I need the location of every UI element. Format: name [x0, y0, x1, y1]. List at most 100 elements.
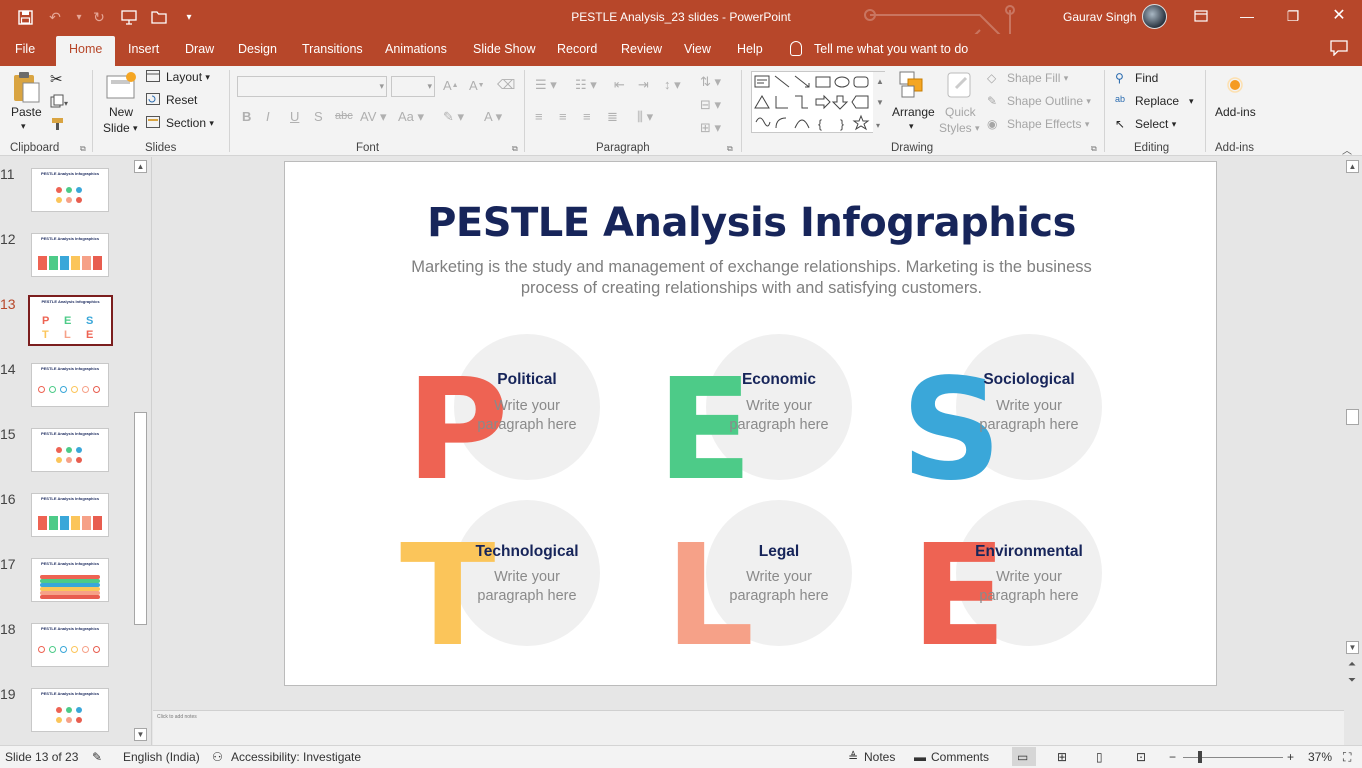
numbering-icon[interactable]: ☷ ▾ [575, 77, 597, 93]
pestle-item-title[interactable]: Sociological [956, 371, 1102, 389]
save-icon[interactable] [14, 6, 36, 28]
italic-icon[interactable]: I [266, 109, 270, 124]
slide-thumbnail[interactable]: PESTLE Analysis Infographics [31, 623, 109, 667]
undo-icon[interactable]: ↶ [44, 6, 66, 28]
shape-fill-button[interactable]: ◇ Shape Fill ▾ [987, 71, 1068, 85]
text-shadow-icon[interactable]: S [314, 109, 323, 124]
accessibility-icon[interactable]: ⚇ [212, 750, 223, 764]
open-folder-icon[interactable] [148, 6, 170, 28]
clipboard-launcher-icon[interactable]: ⧉ [80, 144, 86, 154]
reading-view-icon[interactable]: ▯ [1096, 750, 1103, 764]
shapes-gallery[interactable]: {} ▲ ▼ ▾ [751, 71, 886, 134]
font-launcher-icon[interactable]: ⧉ [512, 144, 518, 154]
pestle-item-title[interactable]: Legal [706, 543, 852, 561]
paste-dropdown-icon[interactable]: ▾ [21, 121, 26, 132]
notes-icon[interactable]: ≜ [848, 750, 858, 764]
slide-subtitle[interactable]: Marketing is the study and management of… [385, 257, 1118, 299]
scroll-up-icon[interactable]: ▲ [134, 160, 147, 173]
slide-thumbnail[interactable]: PESTLE Analysis Infographics [31, 558, 109, 602]
slide-scroll-thumb[interactable] [1346, 409, 1359, 425]
tab-file[interactable]: File [15, 42, 35, 56]
section-button[interactable]: Section ▾ [146, 116, 214, 130]
arrange-dropdown-icon[interactable]: ▾ [909, 121, 914, 132]
fit-slide-icon[interactable]: ⛶ [1343, 750, 1351, 765]
notes-button[interactable]: Notes [864, 750, 895, 764]
ribbon-display-icon[interactable] [1189, 6, 1213, 26]
language-indicator[interactable]: English (India) [123, 750, 200, 764]
align-right-icon[interactable]: ≡ [583, 109, 591, 124]
restore-icon[interactable]: ❐ [1281, 6, 1305, 26]
highlight-icon[interactable]: ✎ ▾ [443, 109, 464, 125]
zoom-in-icon[interactable]: + [1287, 750, 1294, 764]
tab-home[interactable]: Home [56, 36, 116, 66]
next-slide-icon[interactable]: ⏷ [1348, 675, 1356, 686]
comments-icon[interactable] [1330, 40, 1348, 59]
pestle-item-title[interactable]: Environmental [956, 543, 1102, 561]
pestle-item-body[interactable]: Write your paragraph here [956, 568, 1102, 606]
format-painter-icon[interactable] [50, 117, 66, 131]
font-color-icon[interactable]: A ▾ [484, 109, 502, 125]
scrollbar-thumb[interactable] [134, 412, 147, 625]
align-center-icon[interactable]: ≡ [559, 109, 567, 124]
smartart-icon[interactable]: ⊞ ▾ [700, 120, 721, 136]
customize-toolbar-icon[interactable]: ▾ [178, 6, 200, 28]
pestle-item-body[interactable]: Write your paragraph here [454, 568, 600, 606]
notes-pane[interactable]: Click to add notes [153, 710, 1344, 745]
collapse-ribbon-icon[interactable]: ︿ [1342, 142, 1352, 157]
accessibility-status[interactable]: Accessibility: Investigate [231, 750, 361, 764]
line-spacing-icon[interactable]: ↕ ▾ [664, 77, 681, 93]
tell-me-search[interactable]: Tell me what you want to do [790, 41, 968, 56]
shape-effects-button[interactable]: ◉ Shape Effects ▾ [987, 117, 1089, 131]
slide-thumbnail[interactable]: PESTLE Analysis Infographics P E S T L E [28, 295, 113, 346]
zoom-level[interactable]: 37% [1308, 750, 1332, 764]
avatar[interactable] [1142, 4, 1167, 29]
reset-button[interactable]: Reset [146, 93, 197, 107]
quick-styles-button[interactable] [944, 70, 976, 102]
arrange-button[interactable] [896, 70, 928, 100]
new-slide-button[interactable] [104, 70, 138, 102]
slide[interactable]: PESTLE Analysis Infographics Marketing i… [284, 161, 1217, 686]
slide-thumbnail[interactable]: PESTLE Analysis Infographics [31, 428, 109, 472]
pestle-item-title[interactable]: Technological [454, 543, 600, 561]
drawing-launcher-icon[interactable]: ⧉ [1091, 144, 1097, 154]
slide-thumbnail[interactable]: PESTLE Analysis Infographics [31, 168, 109, 212]
undo-dropdown-icon[interactable]: ▾ [74, 6, 84, 28]
slide-scroll-down-icon[interactable]: ▼ [1346, 641, 1359, 654]
tab-transitions[interactable]: Transitions [302, 42, 363, 56]
comments-status-icon[interactable]: ▬ [914, 750, 926, 764]
pestle-item-body[interactable]: Write your paragraph here [454, 397, 600, 435]
pestle-item-body[interactable]: Write your paragraph here [706, 568, 852, 606]
tab-slide-show[interactable]: Slide Show [473, 42, 536, 56]
slide-thumbnail[interactable]: PESTLE Analysis Infographics [31, 363, 109, 407]
pestle-item-title[interactable]: Economic [706, 371, 852, 389]
pestle-item-title[interactable]: Political [454, 371, 600, 389]
decrease-indent-icon[interactable]: ⇤ [614, 77, 625, 93]
slide-scrollbar[interactable]: ▲ ▼ ⏶ ⏷ [1344, 157, 1362, 710]
replace-button[interactable]: ab Replace ▾ [1115, 94, 1194, 108]
copy-icon[interactable]: ▾ [50, 94, 68, 108]
add-ins-button[interactable] [1226, 76, 1244, 94]
character-spacing-icon[interactable]: AV ▾ [360, 109, 387, 125]
slideshow-view-icon[interactable]: ⊡ [1136, 750, 1146, 764]
increase-font-size-icon[interactable]: A ▲ [443, 78, 459, 93]
font-name-dropdown[interactable]: ▾ [237, 76, 387, 97]
thumbnail-scrollbar[interactable]: ▲ ▼ [133, 157, 149, 745]
select-button[interactable]: ↖ Select ▾ [1115, 117, 1176, 131]
new-slide-dropdown-icon[interactable]: ▾ [133, 123, 138, 134]
tab-help[interactable]: Help [737, 42, 763, 56]
decrease-font-size-icon[interactable]: A ▼ [469, 78, 485, 93]
tab-view[interactable]: View [684, 42, 711, 56]
slide-thumbnail[interactable]: PESTLE Analysis Infographics [31, 233, 109, 277]
pestle-item-body[interactable]: Write your paragraph here [706, 397, 852, 435]
slide-sorter-icon[interactable]: ⊞ [1057, 750, 1067, 764]
present-from-beginning-icon[interactable] [118, 6, 140, 28]
tab-draw[interactable]: Draw [185, 42, 214, 56]
strikethrough-icon[interactable]: abc [335, 110, 353, 122]
user-name[interactable]: Gaurav Singh [1063, 10, 1136, 24]
change-case-icon[interactable]: Aa ▾ [398, 109, 424, 125]
slide-thumbnail[interactable]: PESTLE Analysis Infographics [31, 688, 109, 732]
tab-insert[interactable]: Insert [128, 42, 159, 56]
close-icon[interactable]: ✕ [1327, 6, 1351, 26]
align-left-icon[interactable]: ≡ [535, 109, 543, 124]
paragraph-launcher-icon[interactable]: ⧉ [727, 144, 733, 154]
